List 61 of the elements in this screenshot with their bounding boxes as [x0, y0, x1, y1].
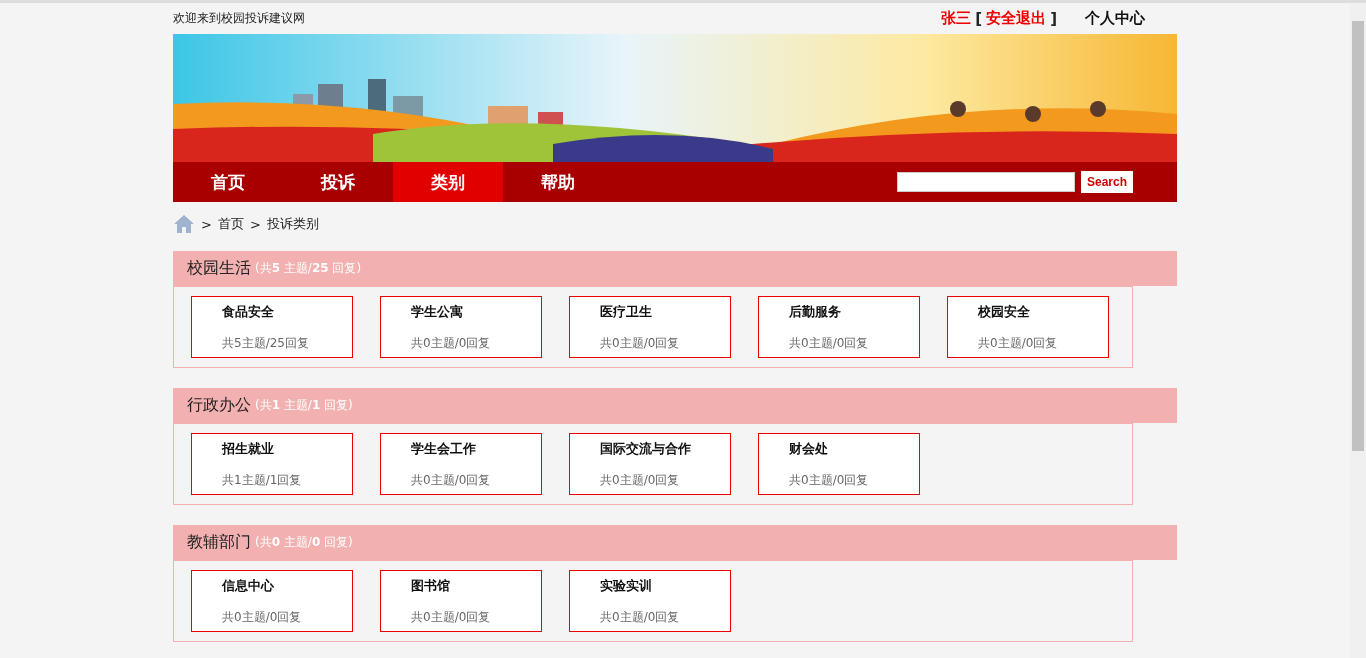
- section-stats: (共0 主题/0 回复): [255, 534, 353, 551]
- home-icon[interactable]: [173, 214, 195, 234]
- bracket: ]: [1050, 9, 1057, 28]
- category-card[interactable]: 学生会工作 共0主题/0回复: [380, 433, 542, 495]
- section-stats: (共1 主题/1 回复): [255, 397, 353, 414]
- category-name: 学生会工作: [411, 439, 477, 458]
- category-name: 食品安全: [222, 302, 275, 321]
- category-stats: 共0主题/0回复: [600, 471, 681, 489]
- category-stats: 共0主题/0回复: [789, 334, 870, 352]
- category-name: 图书馆: [411, 576, 451, 595]
- breadcrumb-separator: >: [249, 216, 261, 232]
- category-name: 信息中心: [222, 576, 275, 595]
- category-stats: 共1主题/1回复: [222, 471, 303, 489]
- breadcrumb-separator: >: [201, 216, 212, 232]
- category-card[interactable]: 国际交流与合作 共0主题/0回复: [569, 433, 731, 495]
- category-card[interactable]: 财会处 共0主题/0回复: [758, 433, 920, 495]
- category-card[interactable]: 图书馆 共0主题/0回复: [380, 570, 542, 632]
- category-name: 实验实训: [600, 576, 653, 595]
- category-stats: 共0主题/0回复: [978, 334, 1059, 352]
- category-stats: 共0主题/0回复: [222, 608, 303, 626]
- category-card[interactable]: 食品安全 共5主题/25回复: [191, 296, 353, 358]
- category-card[interactable]: 招生就业 共1主题/1回复: [191, 433, 353, 495]
- nav-tab[interactable]: 首页: [173, 162, 283, 202]
- category-stats: 共0主题/0回复: [600, 608, 681, 626]
- category-card[interactable]: 实验实训 共0主题/0回复: [569, 570, 731, 632]
- breadcrumb-link[interactable]: 首页: [217, 215, 244, 233]
- scrollbar-thumb[interactable]: [1352, 21, 1364, 451]
- category-name: 财会处: [789, 439, 829, 458]
- category-stats: 共0主题/0回复: [411, 334, 492, 352]
- breadcrumb-link[interactable]: 投诉类别: [266, 215, 319, 233]
- nav-tab[interactable]: 投诉: [283, 162, 393, 202]
- category-name: 招生就业: [222, 439, 275, 458]
- category-name: 校园安全: [978, 302, 1031, 321]
- category-stats: 共0主题/0回复: [411, 608, 492, 626]
- category-stats: 共5主题/25回复: [222, 334, 310, 352]
- category-card[interactable]: 校园安全 共0主题/0回复: [947, 296, 1109, 358]
- scrollbar[interactable]: [1350, 3, 1366, 658]
- search-field[interactable]: [896, 172, 1075, 192]
- category-card[interactable]: 医疗卫生 共0主题/0回复: [569, 296, 731, 358]
- section-title: 校园生活: [187, 258, 251, 279]
- section-title: 行政办公: [187, 395, 251, 416]
- category-name: 国际交流与合作: [600, 439, 692, 458]
- category-name: 医疗卫生: [600, 302, 653, 321]
- nav-tab[interactable]: 类别: [393, 162, 503, 202]
- category-stats: 共0主题/0回复: [789, 471, 870, 489]
- section-stats: (共5 主题/25 回复): [255, 260, 362, 277]
- section-title: 教辅部门: [187, 532, 251, 553]
- welcome-text: 欢迎来到校园投诉建议网: [173, 10, 305, 27]
- category-name: 后勤服务: [789, 302, 842, 321]
- category-card[interactable]: 信息中心 共0主题/0回复: [191, 570, 353, 632]
- category-name: 学生公寓: [411, 302, 464, 321]
- username: 张三: [941, 9, 972, 28]
- bracket: [: [975, 9, 983, 28]
- category-card[interactable]: 学生公寓 共0主题/0回复: [380, 296, 542, 358]
- category-stats: 共0主题/0回复: [600, 334, 681, 352]
- search-button[interactable]: Search: [1080, 171, 1133, 193]
- logout-link[interactable]: 安全退出: [986, 9, 1047, 28]
- profile-link[interactable]: 个人中心: [1085, 9, 1145, 28]
- category-card[interactable]: 后勤服务 共0主题/0回复: [758, 296, 920, 358]
- nav-tab[interactable]: 帮助: [503, 162, 613, 202]
- category-stats: 共0主题/0回复: [411, 471, 492, 489]
